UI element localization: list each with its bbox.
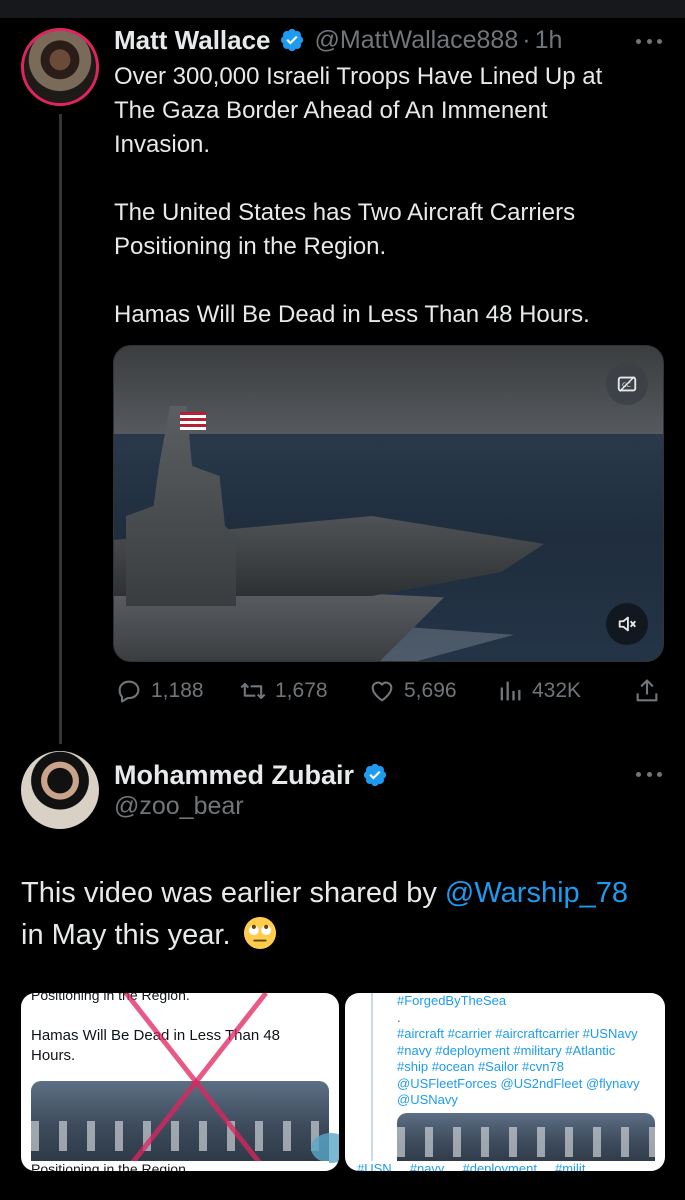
tweet-text-line: Invasion. — [114, 131, 211, 158]
hashtag-line: #aircraft #carrier #aircraftcarrier #USN… — [397, 1026, 638, 1041]
avatar-matt-wallace[interactable] — [21, 28, 99, 106]
like-button[interactable]: 5,696 — [368, 676, 457, 706]
views-button[interactable]: 432K — [496, 676, 581, 706]
muted-icon[interactable] — [606, 603, 648, 645]
repost-button[interactable]: 1,678 — [239, 676, 328, 706]
like-count: 5,696 — [404, 679, 457, 702]
video-carrier-island — [126, 406, 236, 606]
share-icon — [636, 679, 658, 702]
tweet-text-line: The Gaza Border Ahead of An Immenent — [114, 97, 548, 124]
tweet-text-line: Over 300,000 Israeli Troops Have Lined U… — [114, 63, 603, 90]
more-options-icon[interactable] — [636, 769, 662, 779]
reply-header: Mohammed Zubair — [114, 757, 388, 793]
reply-text-end: in May this year. — [21, 919, 231, 951]
red-cross-mark-icon — [124, 993, 268, 1171]
share-button[interactable] — [633, 676, 661, 706]
hashtag-line: #ship #ocean #Sailor #cvn78 — [397, 1059, 564, 1074]
hashtag-line: #ForgedByTheSea — [397, 993, 507, 1008]
author-name[interactable]: Matt Wallace — [114, 25, 271, 56]
thread-connector-line — [59, 114, 62, 744]
tweet-actions: 1,188 1,678 5,696 432K — [113, 676, 664, 706]
tweet-video[interactable]: CC — [113, 345, 664, 662]
mention-link[interactable]: @Warship_78 — [445, 877, 628, 909]
tweet-text: Over 300,000 Israeli Troops Have Lined U… — [114, 60, 674, 332]
video-flag — [180, 412, 206, 430]
reply-count: 1,188 — [151, 679, 204, 702]
separator-dot: · — [522, 25, 531, 54]
image-hashtags: #ForgedByTheSea . #aircraft #carrier #ai… — [397, 993, 659, 1109]
tweet-time[interactable]: 1h — [535, 26, 563, 55]
reply-text-start: This video was earlier shared by — [21, 877, 445, 909]
more-options-icon[interactable] — [636, 36, 662, 46]
hashtag-line: @USFleetForces @US2ndFleet @flynavy — [397, 1075, 640, 1091]
tweet-header: Matt Wallace @MattWallace888 · 1h — [114, 24, 562, 56]
repost-count: 1,678 — [275, 679, 328, 702]
reply-icon — [118, 680, 140, 703]
hashtag-line: #navy #deployment #military #Atlantic — [397, 1042, 616, 1058]
author-handle[interactable]: @MattWallace888 — [315, 26, 519, 55]
repost-icon — [240, 682, 266, 700]
tweet-text-line: Hamas Will Be Dead in Less Than 48 Hours… — [114, 301, 590, 328]
reply-text: This video was earlier shared by @Warshi… — [21, 872, 661, 956]
tweet-text-line: The United States has Two Aircraft Carri… — [114, 199, 576, 226]
image-text-cut-bottom: #USN ... #navy ... #deployment ... #mili… — [357, 1161, 655, 1171]
attached-image-right[interactable]: #ForgedByTheSea . #aircraft #carrier #ai… — [345, 993, 665, 1171]
views-chart-icon — [500, 681, 521, 701]
reply-author-name[interactable]: Mohammed Zubair — [114, 760, 354, 791]
thread-rule — [371, 993, 373, 1171]
heart-icon — [371, 681, 393, 702]
verified-badge-icon — [280, 28, 303, 52]
avatar-mohammed-zubair[interactable] — [21, 751, 99, 829]
captions-icon[interactable]: CC — [606, 363, 648, 405]
verified-badge-icon — [363, 763, 387, 787]
hashtag-dot: . — [397, 1009, 401, 1025]
image-text-cut-bottom: Positioning in the Region. — [31, 1161, 329, 1171]
status-bar — [0, 0, 685, 18]
reply-author-handle[interactable]: @zoo_bear — [114, 792, 244, 821]
hashtag-line: @USNavy — [397, 1092, 458, 1107]
reply-button[interactable]: 1,188 — [115, 676, 204, 706]
eye-roll-emoji-icon — [243, 916, 276, 950]
attached-image-left[interactable]: Positioning in the Region. Hamas Will Be… — [21, 993, 339, 1171]
tweet-text-line: Positioning in the Region. — [114, 233, 387, 260]
views-count: 432K — [532, 679, 582, 702]
